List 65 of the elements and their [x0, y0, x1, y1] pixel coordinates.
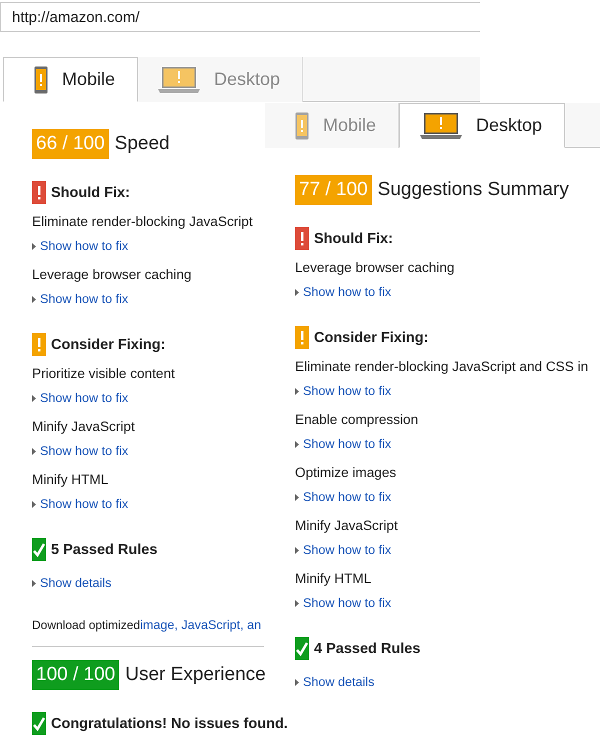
show-link[interactable]: Show how to fix [32, 390, 128, 406]
score-title: Suggestions Summary [378, 179, 569, 201]
section-heading: 4 Passed Rules [314, 640, 420, 656]
score-title: Speed [114, 133, 170, 155]
phone-icon [295, 112, 309, 140]
rule-name: Minify JavaScript [295, 517, 398, 535]
section-heading: Consider Fixing: [314, 330, 428, 346]
caret-icon [32, 394, 36, 402]
warning-icon [32, 333, 46, 356]
download-link[interactable]: image, JavaScript, an [140, 618, 262, 632]
score-badge: 66 / 100 [32, 129, 109, 159]
show-link[interactable]: Show how to fix [32, 443, 128, 459]
section-heading: Should Fix: [314, 230, 393, 246]
caret-icon [295, 440, 299, 448]
section-heading: Congratulations! No issues found. [51, 716, 288, 732]
caret-icon [295, 600, 299, 606]
rule-name: Eliminate render-blocking JavaScript and CSS in [295, 358, 588, 376]
show-link[interactable]: Show details [32, 575, 112, 591]
section-heading: 5 Passed Rules [51, 542, 158, 558]
score-badge: 100 / 100 [32, 660, 120, 690]
caret-icon [295, 388, 299, 394]
rule-name: Minify HTML [295, 570, 372, 588]
rule-name: Leverage browser caching [295, 259, 454, 277]
show-link[interactable]: Show how to fix [295, 284, 392, 300]
caret-icon [32, 580, 36, 586]
warning-icon [295, 326, 309, 349]
show-link[interactable]: Show how to fix [32, 496, 128, 512]
caret-icon [32, 242, 36, 250]
phone-icon [34, 66, 48, 94]
tab[interactable]: Desktop [399, 103, 566, 148]
tab[interactable]: Mobile [3, 57, 138, 102]
section-heading: Should Fix: [51, 184, 130, 200]
show-link[interactable]: Show details [295, 674, 374, 690]
warning-icon [295, 227, 309, 250]
rule-name: Minify HTML [32, 471, 108, 489]
caret-icon [32, 500, 36, 508]
rule-name: Leverage browser caching [32, 266, 192, 284]
rule-name: Prioritize visible content [32, 365, 175, 383]
caret-icon [32, 296, 36, 302]
show-link[interactable]: Show how to fix [295, 489, 392, 505]
section-heading: Consider Fixing: [51, 336, 166, 352]
rule-name: Optimize images [295, 464, 396, 482]
rule-name: Eliminate render-blocking JavaScript [32, 213, 253, 231]
laptop-icon [420, 112, 462, 138]
caret-icon [295, 678, 299, 686]
show-link[interactable]: Show how to fix [32, 238, 128, 254]
score-title: User Experience [125, 664, 266, 686]
show-link[interactable]: Show how to fix [295, 542, 392, 558]
show-link[interactable]: Show how to fix [295, 436, 392, 452]
caret-icon [295, 546, 299, 554]
score-badge: 77 / 100 [295, 175, 372, 205]
caret-icon [32, 448, 36, 454]
caret-icon [295, 494, 299, 500]
check-icon [32, 538, 46, 561]
show-link[interactable]: Show how to fix [295, 383, 392, 399]
warning-icon [32, 181, 46, 204]
url-field[interactable]: http://amazon.com/ [0, 2, 480, 32]
show-link[interactable]: Show how to fix [295, 595, 392, 611]
download-note: Download optimizedimage, JavaScript, an [32, 617, 262, 633]
caret-icon [295, 288, 299, 296]
rule-name: Enable compression [295, 411, 418, 429]
show-link[interactable]: Show how to fix [32, 291, 128, 307]
check-icon [295, 637, 309, 660]
laptop-icon [158, 66, 200, 92]
rule-name: Minify JavaScript [32, 418, 135, 436]
